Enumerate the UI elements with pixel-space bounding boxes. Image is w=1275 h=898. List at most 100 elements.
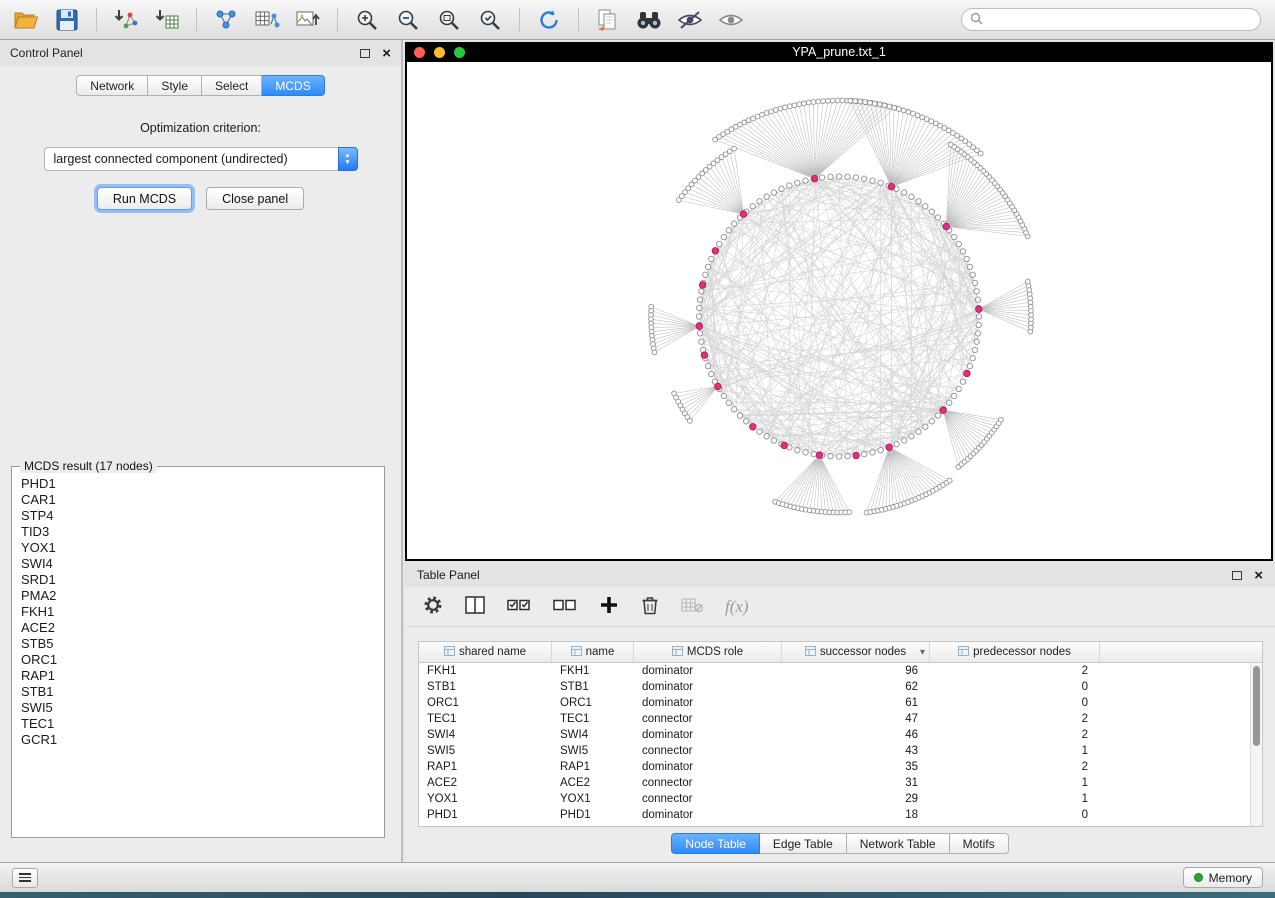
- table-scrollbar[interactable]: [1250, 663, 1262, 826]
- search-box[interactable]: [961, 8, 1261, 31]
- mcds-result-item[interactable]: TID3: [21, 524, 378, 540]
- table-cell[interactable]: FKH1: [552, 665, 634, 677]
- mcds-result-item[interactable]: STB5: [21, 636, 378, 652]
- select-all-icon[interactable]: [507, 597, 531, 616]
- table-cell[interactable]: 46: [782, 729, 930, 741]
- column-header-successor-nodes[interactable]: successor nodes▾: [782, 642, 930, 662]
- table-cell[interactable]: 35: [782, 761, 930, 773]
- mcds-result-item[interactable]: STB1: [21, 684, 378, 700]
- table-cell[interactable]: 47: [782, 713, 930, 725]
- table-cell[interactable]: ORC1: [552, 697, 634, 709]
- table-cell[interactable]: 29: [782, 793, 930, 805]
- network-canvas[interactable]: [407, 62, 1271, 559]
- table-cell[interactable]: SWI4: [419, 729, 552, 741]
- network-graph[interactable]: [407, 62, 1271, 559]
- open-folder-icon[interactable]: [10, 5, 42, 35]
- show-all-icon[interactable]: [715, 5, 747, 35]
- table-cell[interactable]: 2: [930, 665, 1100, 677]
- table-row[interactable]: RAP1RAP1dominator352: [419, 759, 1250, 775]
- mcds-result-item[interactable]: TEC1: [21, 716, 378, 732]
- tab-mcds[interactable]: MCDS: [262, 75, 324, 96]
- table-cell[interactable]: FKH1: [419, 665, 552, 677]
- column-header-name[interactable]: name: [552, 642, 634, 662]
- tab-style[interactable]: Style: [148, 75, 202, 96]
- mcds-result-item[interactable]: STP4: [21, 508, 378, 524]
- table-cell[interactable]: 2: [930, 761, 1100, 773]
- table-cell[interactable]: dominator: [634, 697, 782, 709]
- run-mcds-button[interactable]: Run MCDS: [97, 187, 192, 210]
- table-cell[interactable]: dominator: [634, 761, 782, 773]
- criterion-select[interactable]: largest connected component (undirected)…: [44, 147, 358, 171]
- table-cell[interactable]: 2: [930, 713, 1100, 725]
- table-cell[interactable]: 31: [782, 777, 930, 789]
- table-cell[interactable]: 2: [930, 729, 1100, 741]
- table-cell[interactable]: 18: [782, 809, 930, 821]
- close-panel-icon[interactable]: ×: [382, 46, 391, 61]
- mcds-result-item[interactable]: PMA2: [21, 588, 378, 604]
- table-cell[interactable]: dominator: [634, 809, 782, 821]
- table-cell[interactable]: ACE2: [552, 777, 634, 789]
- mcds-result-item[interactable]: SRD1: [21, 572, 378, 588]
- table-cell[interactable]: TEC1: [419, 713, 552, 725]
- table-cell[interactable]: SWI5: [552, 745, 634, 757]
- table-cell[interactable]: 0: [930, 681, 1100, 693]
- function-builder-icon[interactable]: f(x): [725, 597, 749, 617]
- table-cell[interactable]: 61: [782, 697, 930, 709]
- table-cell[interactable]: ORC1: [419, 697, 552, 709]
- search-input[interactable]: [988, 13, 1252, 27]
- save-icon[interactable]: [51, 5, 83, 35]
- table-cell[interactable]: dominator: [634, 681, 782, 693]
- table-cell[interactable]: 43: [782, 745, 930, 757]
- mcds-result-item[interactable]: GCR1: [21, 732, 378, 748]
- table-cell[interactable]: SWI4: [552, 729, 634, 741]
- table-cell[interactable]: 1: [930, 793, 1100, 805]
- deselect-all-icon[interactable]: [553, 597, 577, 616]
- mcds-result-item[interactable]: FKH1: [21, 604, 378, 620]
- panel-list-button[interactable]: [12, 868, 38, 888]
- apply-layout-icon[interactable]: [533, 5, 565, 35]
- mcds-result-item[interactable]: PHD1: [21, 476, 378, 492]
- close-panel-button[interactable]: Close panel: [206, 187, 304, 210]
- table-row[interactable]: ORC1ORC1dominator610: [419, 695, 1250, 711]
- float-panel-icon[interactable]: [1232, 571, 1242, 580]
- table-cell[interactable]: 62: [782, 681, 930, 693]
- tab-node-table[interactable]: Node Table: [671, 833, 760, 854]
- tab-network-table[interactable]: Network Table: [847, 833, 950, 854]
- tab-edge-table[interactable]: Edge Table: [760, 833, 847, 854]
- column-header-shared-name[interactable]: shared name: [419, 642, 552, 662]
- table-cell[interactable]: RAP1: [419, 761, 552, 773]
- table-row[interactable]: FKH1FKH1dominator962: [419, 663, 1250, 679]
- table-cell[interactable]: 0: [930, 809, 1100, 821]
- network-table-icon[interactable]: [251, 5, 283, 35]
- network-share-icon[interactable]: [210, 5, 242, 35]
- float-panel-icon[interactable]: [360, 49, 370, 58]
- table-cell[interactable]: connector: [634, 793, 782, 805]
- mcds-result-item[interactable]: SWI5: [21, 700, 378, 716]
- column-header-MCDS-role[interactable]: MCDS role: [634, 642, 782, 662]
- table-cell[interactable]: SWI5: [419, 745, 552, 757]
- table-cell[interactable]: connector: [634, 745, 782, 757]
- table-cell[interactable]: YOX1: [552, 793, 634, 805]
- table-cell[interactable]: ACE2: [419, 777, 552, 789]
- table-cell[interactable]: 1: [930, 745, 1100, 757]
- table-row[interactable]: PHD1PHD1dominator180: [419, 807, 1250, 823]
- table-cell[interactable]: PHD1: [419, 809, 552, 821]
- table-row[interactable]: SWI5SWI5connector431: [419, 743, 1250, 759]
- table-row[interactable]: TEC1TEC1connector472: [419, 711, 1250, 727]
- add-column-icon[interactable]: [599, 595, 619, 618]
- table-row[interactable]: YOX1YOX1connector291: [419, 791, 1250, 807]
- tab-select[interactable]: Select: [202, 75, 262, 96]
- zoom-selected-icon[interactable]: [474, 5, 506, 35]
- memory-button[interactable]: Memory: [1183, 867, 1263, 888]
- tab-motifs[interactable]: Motifs: [950, 833, 1009, 854]
- table-cell[interactable]: connector: [634, 777, 782, 789]
- tab-network[interactable]: Network: [76, 75, 148, 96]
- hide-selected-icon[interactable]: [674, 5, 706, 35]
- copy-style-icon[interactable]: [592, 5, 624, 35]
- table-cell[interactable]: YOX1: [419, 793, 552, 805]
- table-cell[interactable]: connector: [634, 713, 782, 725]
- mcds-result-item[interactable]: SWI4: [21, 556, 378, 572]
- table-row[interactable]: SWI4SWI4dominator462: [419, 727, 1250, 743]
- mcds-result-item[interactable]: ORC1: [21, 652, 378, 668]
- delete-column-icon[interactable]: [641, 595, 659, 618]
